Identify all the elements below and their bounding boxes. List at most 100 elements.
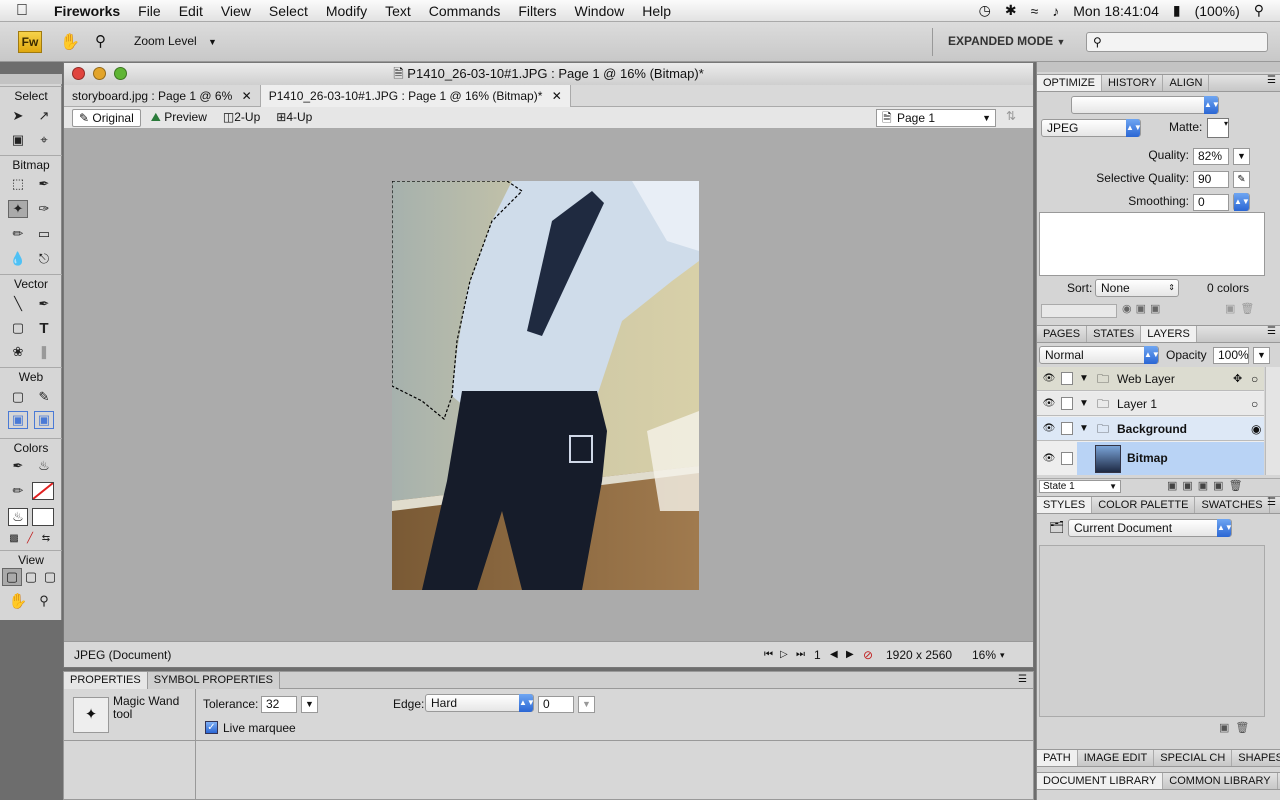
pencil-tool-icon[interactable]: ✏ [8,225,28,243]
layer-row-layer-1[interactable]: 👁 ▼ 🗀 Layer 1 ○ [1037,392,1264,416]
eyedropper-tool-icon[interactable]: ✒ [8,457,28,475]
swap-colors-icon[interactable]: ⇆ [36,529,56,547]
clock[interactable]: Mon 18:41:04 [1073,3,1159,19]
scale-tool-icon[interactable]: ▣ [8,131,28,149]
slice-tool-icon[interactable]: ✎ [34,388,54,406]
lock-toggle[interactable] [1061,422,1073,435]
layer-name[interactable]: Background [1117,417,1187,441]
blur-tool-icon[interactable]: 💧 [8,250,28,268]
color-table[interactable] [1039,212,1265,276]
optimize-preset-select[interactable]: ▲▼ [1071,96,1220,114]
prev-frame-icon[interactable]: ◀ [830,642,838,668]
hand-tool-icon[interactable]: ✋ [8,592,28,610]
marquee-tool-icon[interactable]: ⬚ [8,175,28,193]
close-tab-icon[interactable]: ✕ [242,89,252,103]
tab-swatches[interactable]: SWATCHES [1195,497,1270,513]
panel-menu-icon[interactable]: ☰ [1018,674,1027,685]
minimize-window-icon[interactable] [93,67,106,80]
time-machine-icon[interactable]: ◷ [979,2,991,19]
tab-p1410[interactable]: P1410_26-03-10#1.JPG : Page 1 @ 16% (Bit… [260,85,571,107]
menu-filters[interactable]: Filters [509,3,565,19]
blend-mode-select[interactable]: Normal ▲▼ [1039,346,1160,364]
lock-toggle[interactable] [1061,372,1073,385]
layer-buttons-icon[interactable]: ▣▣▣▣🗑 [1167,479,1248,492]
show-slices-icon[interactable]: ▣ [34,411,54,429]
layer-row-background[interactable]: 👁 ▼ 🗀 Background ◉ [1037,417,1264,441]
menu-edit[interactable]: Edit [170,3,212,19]
lock-toggle[interactable] [1061,397,1073,410]
tab-styles[interactable]: STYLES [1037,497,1093,513]
styles-buttons-icon[interactable]: ▣🗑 [1219,721,1255,734]
color-table-buttons-icon[interactable]: ▣🗑 [1225,302,1259,315]
hotspot-tool-icon[interactable]: ▢ [8,388,28,406]
tab-symbol-properties[interactable]: SYMBOL PROPERTIES [147,672,280,689]
menu-text[interactable]: Text [376,3,420,19]
tab-align[interactable]: ALIGN [1163,75,1210,91]
eye-icon[interactable]: 👁 [1041,417,1057,441]
hand-icon[interactable]: ✋ [60,32,80,52]
freeform-tool-icon[interactable]: ❀ [8,343,28,361]
smoothing-input[interactable]: 0 [1193,194,1229,211]
tolerance-input[interactable]: 32 [261,696,297,713]
tolerance-slider-button[interactable]: ▼ [301,696,318,713]
tab-properties[interactable]: PROPERTIES [64,672,148,689]
tab-history[interactable]: HISTORY [1102,75,1164,91]
document-dimensions[interactable]: 1920 x 2560 [886,642,952,668]
magic-wand-tool-icon[interactable]: ✦ [8,200,28,218]
subselection-tool-icon[interactable]: ↗ [34,107,54,125]
matte-color-swatch[interactable]: ▾ [1207,118,1229,138]
panel-menu-icon[interactable]: ☰ [1267,75,1276,86]
paint-bucket-tool-icon[interactable]: ♨ [34,457,54,475]
page-transfer-icon[interactable]: ⇅ [1006,109,1016,123]
tab-path[interactable]: PATH [1037,750,1078,766]
color-edit-field[interactable] [1041,304,1117,318]
sort-select[interactable]: None ⇕ [1095,279,1179,297]
menu-app-name[interactable]: Fireworks [44,3,129,19]
tab-shapes[interactable]: SHAPES [1232,750,1280,766]
eye-icon[interactable]: 👁 [1041,367,1057,391]
quality-input[interactable]: 82% [1193,148,1229,165]
export-format-select[interactable]: JPEG ▲▼ [1041,119,1142,137]
pen-tool-icon[interactable]: ✒ [34,295,54,313]
standard-screen-mode-icon[interactable]: ▢ [2,568,22,586]
layer-name[interactable]: Bitmap [1127,442,1168,475]
layers-scrollbar[interactable] [1265,367,1280,475]
panel-menu-icon[interactable]: ☰ [1267,497,1276,508]
search-input[interactable]: ⚲ [1086,32,1268,52]
full-screen-mode-icon[interactable]: ▢ [40,568,60,586]
chevron-down-icon[interactable]: ▾ [1000,642,1005,668]
smoothing-stepper[interactable]: ▲▼ [1233,193,1250,211]
knife-tool-icon[interactable]: ❚ [34,343,54,361]
volume-icon[interactable]: ♪ [1052,3,1059,19]
zoom-icon[interactable]: ⚲ [95,32,106,50]
stroke-color-icon[interactable]: ✏ [8,482,28,500]
edge-amount-slider-button[interactable]: ▼ [578,696,595,713]
live-marquee-checkbox[interactable]: ✓ [205,721,218,734]
text-tool-icon[interactable]: T [34,319,54,337]
zoom-percent[interactable]: 16% [972,642,996,668]
eye-icon[interactable]: 👁 [1041,442,1057,475]
tab-optimize[interactable]: OPTIMIZE [1037,75,1102,91]
zoom-tool-icon[interactable]: ⚲ [34,592,54,610]
panel-grip[interactable] [1037,62,1280,72]
opacity-input[interactable]: 100% [1213,347,1249,364]
edit-selective-quality-icon[interactable]: ✎ [1233,171,1250,188]
next-frame-icon[interactable]: ▶ [846,642,854,668]
eye-icon[interactable]: 👁 [1041,392,1057,416]
eraser-tool-icon[interactable]: ▭ [34,225,54,243]
pointer-tool-icon[interactable]: ➤ [8,107,28,125]
crop-tool-icon[interactable]: ⌖ [34,131,54,149]
tab-document-library[interactable]: DOCUMENT LIBRARY [1037,773,1164,789]
styles-list[interactable] [1039,545,1265,717]
battery-percent[interactable]: (100%) [1195,3,1240,19]
rubber-stamp-tool-icon[interactable]: ⎋ [34,250,54,268]
tools-panel-grip[interactable] [0,74,62,84]
styles-source-select[interactable]: Current Document ▲▼ [1068,519,1233,537]
menu-select[interactable]: Select [260,3,317,19]
menu-file[interactable]: File [129,3,170,19]
line-tool-icon[interactable]: ╲ [8,295,28,313]
fill-color-swatch[interactable] [32,508,54,526]
workspace-switcher[interactable]: EXPANDED MODE ▼ [948,34,1065,48]
menu-window[interactable]: Window [565,3,633,19]
layer-row-web-layer[interactable]: 👁 ▼ 🗀 Web Layer ✥ ○ [1037,367,1264,391]
